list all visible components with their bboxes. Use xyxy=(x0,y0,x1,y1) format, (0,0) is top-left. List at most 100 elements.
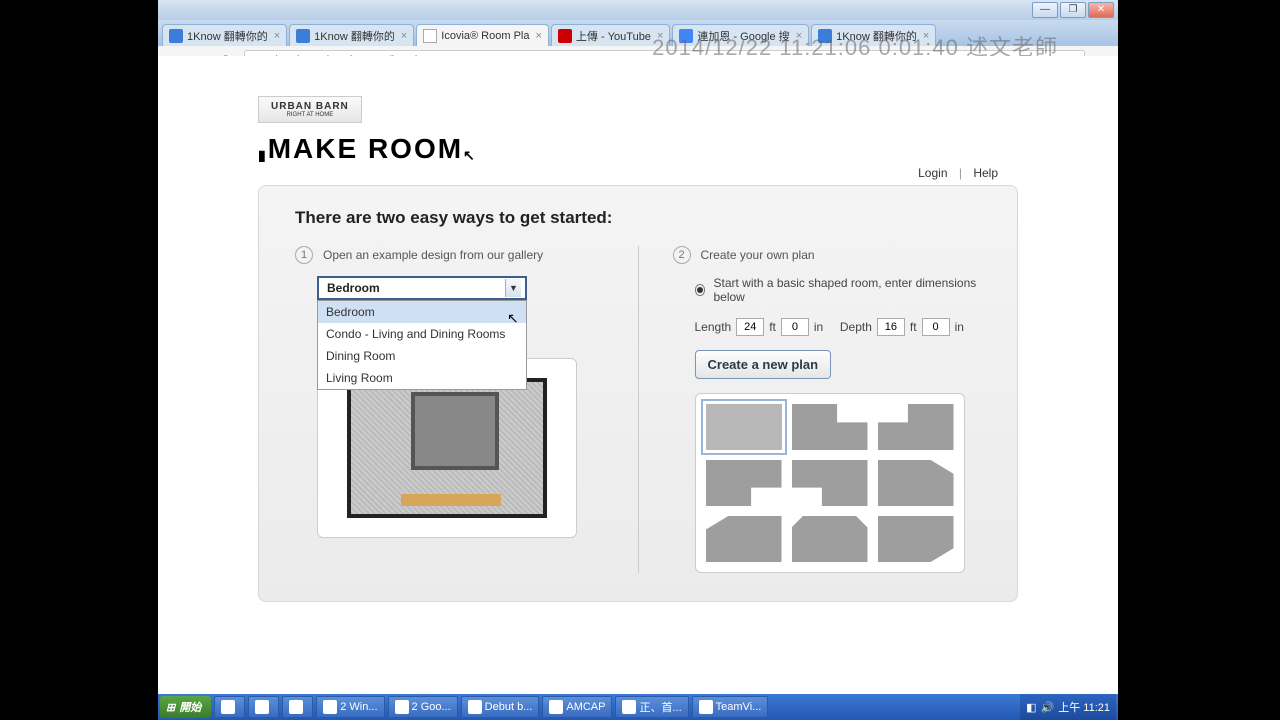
app-icon xyxy=(289,700,303,714)
floorplan-image xyxy=(347,378,547,518)
length-in-input[interactable] xyxy=(781,318,809,336)
panel-heading: There are two easy ways to get started: xyxy=(295,208,981,228)
app-icon xyxy=(255,700,269,714)
browser-tab[interactable]: 1Know 翻轉你的 × xyxy=(811,24,936,46)
window-minimize-button[interactable]: — xyxy=(1032,2,1058,18)
dropdown-option[interactable]: Living Room xyxy=(318,367,526,389)
favicon-icon xyxy=(169,29,183,43)
shape-l4[interactable] xyxy=(792,460,868,506)
step1-number: 1 xyxy=(295,246,313,264)
close-icon[interactable]: × xyxy=(535,30,541,42)
step2-column: 2 Create your own plan Start with a basi… xyxy=(673,246,982,573)
chevron-down-icon: ▼ xyxy=(505,279,521,297)
close-icon[interactable]: × xyxy=(657,30,663,42)
windows-logo-icon: ⊞ xyxy=(166,701,175,714)
dimensions-row: Length ft in Depth ft in xyxy=(695,318,982,336)
get-started-panel: There are two easy ways to get started: … xyxy=(258,185,1018,602)
logo-main: URBAN BARN xyxy=(271,101,349,112)
header-links: Login | Help xyxy=(918,166,998,180)
clock: 上午 11:21 xyxy=(1058,699,1110,715)
shape-cut4[interactable] xyxy=(878,516,954,562)
basic-shape-radio[interactable] xyxy=(695,284,706,296)
taskbar-item[interactable]: 正、首... xyxy=(615,696,688,718)
windows-taskbar: ⊞ 開始 2 Win...2 Goo...Debut b...AMCAP正、首.… xyxy=(158,694,1118,720)
favicon-icon xyxy=(679,29,693,43)
login-link[interactable]: Login xyxy=(918,166,947,180)
page-content: URBAN BARN RIGHT AT HOME ▮MAKE ROOM↖ Log… xyxy=(158,56,1118,694)
close-icon[interactable]: × xyxy=(923,30,929,42)
close-icon[interactable]: × xyxy=(274,30,280,42)
shape-cut3[interactable] xyxy=(792,516,868,562)
help-link[interactable]: Help xyxy=(973,166,998,180)
favicon-icon xyxy=(423,29,437,43)
browser-tab[interactable]: 1Know 翻轉你的 × xyxy=(162,24,287,46)
favicon-icon xyxy=(558,29,572,43)
tab-label: 上傳 - YouTube xyxy=(576,28,651,44)
step1-column: 1 Open an example design from our galler… xyxy=(295,246,604,573)
column-divider xyxy=(638,246,639,573)
app-icon xyxy=(221,700,235,714)
start-button[interactable]: ⊞ 開始 xyxy=(160,696,211,718)
shape-cut2[interactable] xyxy=(706,516,782,562)
step1-label: Open an example design from our gallery xyxy=(323,248,543,262)
window-close-button[interactable]: ✕ xyxy=(1088,2,1114,18)
tab-label: 1Know 翻轉你的 xyxy=(836,28,917,44)
app-icon xyxy=(622,700,636,714)
favicon-icon xyxy=(296,29,310,43)
tab-label: Icovia® Room Pla xyxy=(441,30,529,42)
app-icon xyxy=(323,700,337,714)
depth-label: Depth xyxy=(840,320,872,334)
shape-l2[interactable] xyxy=(878,404,954,450)
tab-label: 1Know 翻轉你的 xyxy=(187,28,268,44)
close-icon[interactable]: × xyxy=(796,30,802,42)
app-icon xyxy=(699,700,713,714)
tray-icon: 🔊 xyxy=(1041,701,1055,714)
taskbar-item[interactable] xyxy=(282,696,313,718)
length-ft-input[interactable] xyxy=(736,318,764,336)
tab-strip: 1Know 翻轉你的×1Know 翻轉你的×Icovia® Room Pla×上… xyxy=(158,20,1118,46)
shape-cut1[interactable] xyxy=(878,460,954,506)
favicon-icon xyxy=(818,29,832,43)
taskbar-item[interactable]: 2 Win... xyxy=(316,696,384,718)
window-maximize-button[interactable]: ❐ xyxy=(1060,2,1086,18)
app-icon xyxy=(549,700,563,714)
taskbar-item[interactable]: 2 Goo... xyxy=(388,696,458,718)
close-icon[interactable]: × xyxy=(401,30,407,42)
dropdown-option[interactable]: Bedroom xyxy=(318,301,526,323)
depth-ft-input[interactable] xyxy=(877,318,905,336)
taskbar-item[interactable]: AMCAP xyxy=(542,696,612,718)
system-tray[interactable]: ◧ 🔊 上午 11:21 xyxy=(1020,694,1116,720)
shape-rectangle[interactable] xyxy=(706,404,782,450)
shape-l1[interactable] xyxy=(792,404,868,450)
step2-number: 2 xyxy=(673,246,691,264)
dropdown-option[interactable]: Dining Room xyxy=(318,345,526,367)
step2-label: Create your own plan xyxy=(701,248,815,262)
browser-tab[interactable]: 上傳 - YouTube × xyxy=(551,24,670,46)
shape-l3[interactable] xyxy=(706,460,782,506)
window-title-bar: — ❐ ✕ xyxy=(158,0,1118,20)
radio-label: Start with a basic shaped room, enter di… xyxy=(713,276,981,304)
gallery-dropdown[interactable]: Bedroom ▼ xyxy=(317,276,527,300)
make-room-heading: ▮MAKE ROOM↖ xyxy=(258,133,1018,165)
dropdown-selected: Bedroom xyxy=(327,281,380,295)
tab-label: 連加恩 - Google 搜 xyxy=(697,28,789,44)
urban-barn-logo[interactable]: URBAN BARN RIGHT AT HOME xyxy=(258,96,362,123)
browser-tab[interactable]: 1Know 翻轉你的 × xyxy=(289,24,414,46)
logo-sub: RIGHT AT HOME xyxy=(271,112,349,118)
dropdown-list: BedroomCondo - Living and Dining RoomsDi… xyxy=(317,300,527,390)
taskbar-item[interactable]: Debut b... xyxy=(461,696,540,718)
taskbar-item[interactable] xyxy=(214,696,245,718)
app-icon xyxy=(395,700,409,714)
browser-tab[interactable]: Icovia® Room Pla × xyxy=(416,24,549,46)
tab-label: 1Know 翻轉你的 xyxy=(314,28,395,44)
taskbar-item[interactable] xyxy=(248,696,279,718)
create-plan-button[interactable]: Create a new plan xyxy=(695,350,832,379)
taskbar-item[interactable]: TeamVi... xyxy=(692,696,769,718)
dropdown-option[interactable]: Condo - Living and Dining Rooms xyxy=(318,323,526,345)
tray-icon: ◧ xyxy=(1026,701,1036,714)
browser-tab[interactable]: 連加恩 - Google 搜 × xyxy=(672,24,809,46)
depth-in-input[interactable] xyxy=(922,318,950,336)
app-icon xyxy=(468,700,482,714)
room-shapes-grid xyxy=(695,393,965,573)
length-label: Length xyxy=(695,320,732,334)
